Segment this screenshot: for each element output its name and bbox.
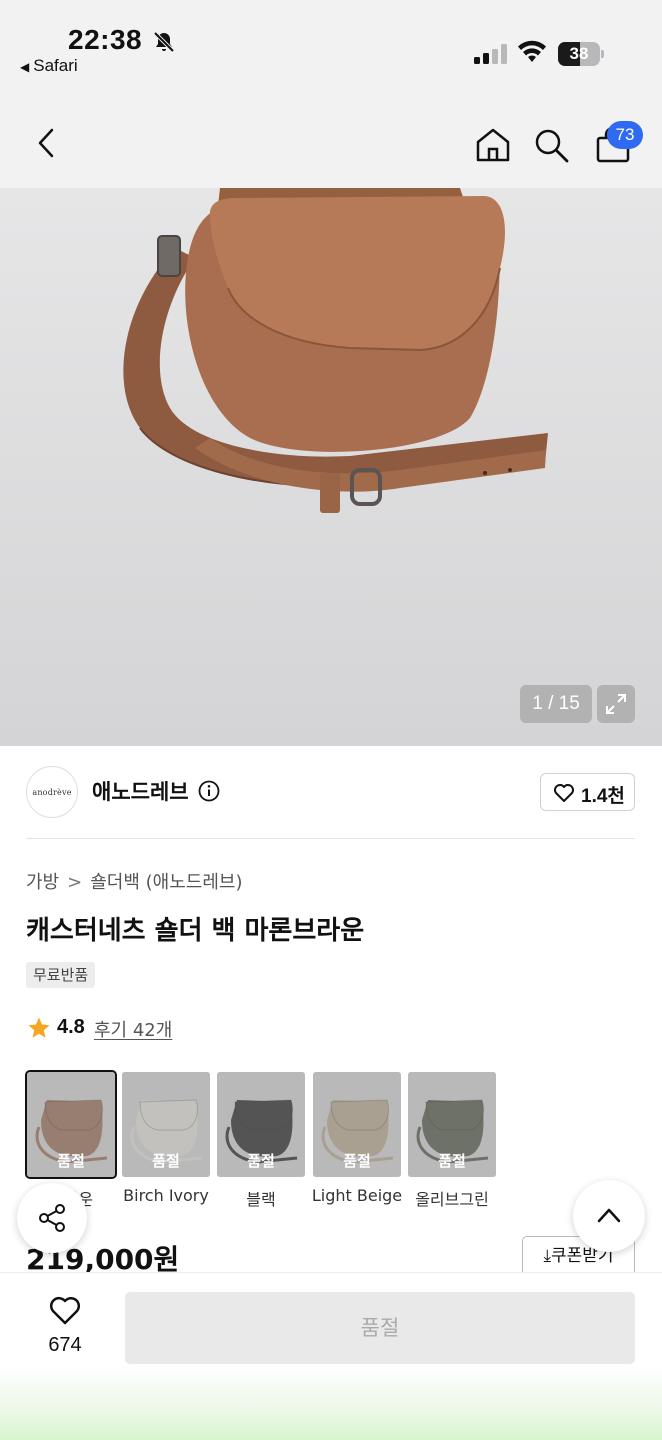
breadcrumb: 가방 > 숄더백 (애노드레브): [26, 868, 242, 894]
brand-name[interactable]: 애노드레브: [92, 776, 189, 806]
divider: [26, 838, 635, 839]
brand-like-button[interactable]: 1.4천: [540, 773, 635, 811]
wifi-icon: [518, 40, 546, 62]
variant-label: 블랙: [246, 1190, 276, 1209]
chevron-up-icon: [597, 1208, 621, 1223]
soldout-label: 품절: [57, 1152, 85, 1170]
free-return-tag: 무료반품: [26, 962, 96, 988]
product-image-gallery[interactable]: 1 / 15: [0, 188, 662, 746]
download-icon: ⤓: [543, 1246, 551, 1266]
chevron-right-icon: >: [67, 872, 83, 893]
battery-icon: 38: [558, 42, 604, 66]
variant-thumbnail[interactable]: 품절: [217, 1072, 305, 1177]
wish-count: 674: [48, 1334, 82, 1356]
back-chevron-icon[interactable]: [30, 126, 62, 160]
reviews-link[interactable]: 후기 42개: [94, 1016, 172, 1042]
variant-thumbnail[interactable]: 품절: [25, 1070, 117, 1179]
share-icon: [39, 1204, 65, 1232]
back-to-app-link[interactable]: ◀ Safari: [20, 56, 78, 76]
bell-slash-icon: [153, 31, 175, 53]
rating-value: 4.8: [57, 1016, 85, 1038]
soldout-label: 품절: [247, 1152, 275, 1170]
heart-icon: [554, 784, 574, 802]
variant-label: Light Beige: [311, 1186, 403, 1205]
back-arrow-icon: ◀: [20, 60, 30, 74]
buy-button[interactable]: 품절: [125, 1292, 635, 1364]
brand-like-count: 1.4천: [581, 786, 625, 807]
status-time: 22:38: [68, 24, 143, 55]
star-icon: [28, 1017, 50, 1038]
breadcrumb-item[interactable]: 가방: [26, 872, 59, 893]
share-button[interactable]: [17, 1183, 87, 1253]
soldout-label: 품절: [152, 1152, 180, 1170]
home-icon[interactable]: [474, 126, 512, 164]
expand-image-button[interactable]: [597, 685, 635, 723]
product-photo: [123, 188, 548, 513]
status-bar: 22:38 ◀ Safari 38: [0, 0, 662, 96]
soldout-label: 품절: [438, 1152, 466, 1170]
variant-label: Birch Ivory: [123, 1186, 209, 1205]
search-icon[interactable]: [532, 126, 572, 164]
back-app-label: Safari: [33, 56, 78, 75]
battery-level: 38: [569, 44, 589, 63]
brand-logo[interactable]: anodrève: [26, 766, 78, 818]
product-title: 캐스터네츠 숄더 백 마론브라운: [26, 916, 365, 946]
signal-icon: [474, 44, 507, 64]
variant-thumbnail[interactable]: 품절: [408, 1072, 496, 1177]
heart-icon[interactable]: [48, 1294, 82, 1326]
image-counter: 1 / 15: [520, 685, 592, 723]
info-icon[interactable]: [198, 780, 220, 802]
variant-thumbnail[interactable]: 품절: [122, 1072, 210, 1177]
expand-icon: [606, 694, 626, 714]
variant-thumbnail[interactable]: 품절: [313, 1072, 401, 1177]
breadcrumb-item[interactable]: 숄더백 (애노드레브): [90, 872, 242, 893]
scroll-top-button[interactable]: [573, 1180, 645, 1252]
soldout-label: 품절: [343, 1152, 371, 1170]
cart-count-badge: 73: [607, 121, 643, 149]
variant-label: 올리브그린: [415, 1190, 489, 1209]
